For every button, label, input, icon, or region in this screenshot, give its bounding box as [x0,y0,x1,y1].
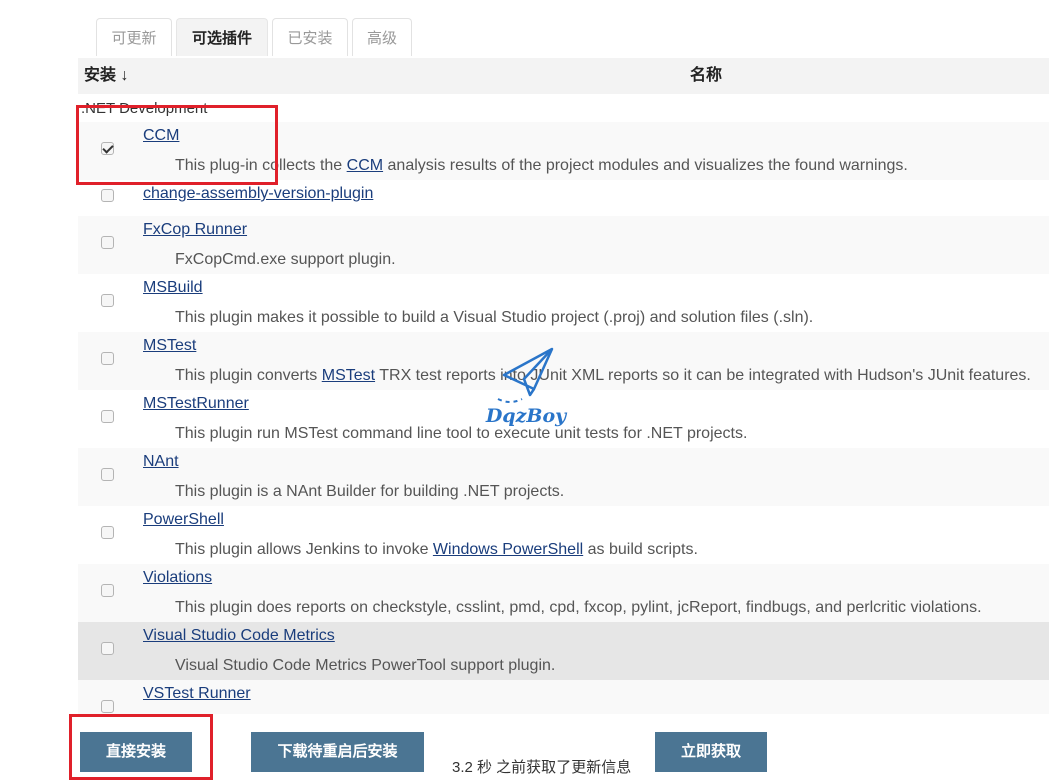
plugin-row: MSBuild This plugin makes it possible to… [78,274,1049,332]
tab-available[interactable]: 可选插件 [176,18,268,56]
plugin-name-link[interactable]: VSTest Runner [143,685,251,703]
plugin-checkbox[interactable] [101,584,114,597]
plugin-checkbox[interactable] [101,236,114,249]
install-without-restart-button[interactable]: 直接安装 [80,732,192,772]
plugin-description: This plugin is a NAnt Builder for buildi… [175,483,565,500]
plugin-description: This plug-in collects the CCM analysis r… [175,157,908,175]
description-text: This plugin allows Jenkins to invoke [175,541,433,558]
plugin-row: VSTest Runner [78,680,1049,714]
plugin-checkbox[interactable] [101,352,114,365]
plugin-name-link[interactable]: Violations [143,569,212,587]
plugin-row: PowerShell This plugin allows Jenkins to… [78,506,1049,564]
category-label: .NET Development [81,100,208,117]
description-text: as build scripts. [583,541,698,558]
plugin-description: This plugin run MSTest command line tool… [175,425,748,442]
description-text: analysis results of the project modules … [383,157,908,174]
plugin-description: This plugin makes it possible to build a… [175,309,814,326]
plugin-checkbox[interactable] [101,142,114,155]
plugin-description: Visual Studio Code Metrics PowerTool sup… [175,657,556,674]
plugin-description: This plugin does reports on checkstyle, … [175,599,982,616]
plugin-name-link[interactable]: PowerShell [143,511,224,529]
description-link[interactable]: Windows PowerShell [433,541,583,558]
plugin-checkbox[interactable] [101,189,114,202]
plugin-name-link[interactable]: FxCop Runner [143,221,247,239]
tab-advanced[interactable]: 高级 [352,18,412,56]
plugin-row: Visual Studio Code Metrics Visual Studio… [78,622,1049,680]
plugin-description: FxCopCmd.exe support plugin. [175,251,396,268]
plugin-checkbox[interactable] [101,526,114,539]
plugin-name-link[interactable]: MSBuild [143,279,203,297]
check-now-button[interactable]: 立即获取 [655,732,767,772]
plugin-name-link[interactable]: MSTestRunner [143,395,249,413]
plugin-description: This plugin converts MSTest TRX test rep… [175,367,1031,385]
tab-updates[interactable]: 可更新 [96,18,172,56]
plugin-row: MSTestRunner This plugin run MSTest comm… [78,390,1049,448]
plugin-checkbox[interactable] [101,468,114,481]
plugin-checkbox[interactable] [101,410,114,423]
plugin-row: CCM This plug-in collects the CCM analys… [78,122,1049,180]
plugin-row: change-assembly-version-plugin [78,180,1049,216]
plugin-name-link[interactable]: Visual Studio Code Metrics [143,627,335,645]
plugin-row: FxCop Runner FxCopCmd.exe support plugin… [78,216,1049,274]
plugin-checkbox[interactable] [101,700,114,713]
plugin-checkbox[interactable] [101,294,114,307]
plugin-row: MSTest This plugin converts MSTest TRX t… [78,332,1049,390]
plugin-description: This plugin allows Jenkins to invoke Win… [175,541,698,559]
description-text: TRX test reports into JUnit XML reports … [375,367,1031,384]
plugin-name-link[interactable]: CCM [143,127,179,145]
description-text: This plugin converts [175,367,322,384]
header-install-sort[interactable]: 安装 ↓ [84,58,128,94]
description-link[interactable]: MSTest [322,367,375,384]
description-link[interactable]: CCM [347,157,383,174]
plugin-checkbox[interactable] [101,642,114,655]
update-status-text: 3.2 秒 之前获取了更新信息 [452,759,632,776]
plugin-name-link[interactable]: NAnt [143,453,179,471]
description-text: This plug-in collects the [175,157,347,174]
table-header: 安装 ↓ 名称 [78,58,1049,94]
plugin-row: NAnt This plugin is a NAnt Builder for b… [78,448,1049,506]
plugin-name-link[interactable]: MSTest [143,337,196,355]
plugin-row: Violations This plugin does reports on c… [78,564,1049,622]
tab-installed[interactable]: 已安装 [272,18,348,56]
download-install-after-restart-button[interactable]: 下载待重启后安装 [251,732,424,772]
header-name[interactable]: 名称 [690,58,722,94]
plugin-name-link[interactable]: change-assembly-version-plugin [143,185,373,203]
